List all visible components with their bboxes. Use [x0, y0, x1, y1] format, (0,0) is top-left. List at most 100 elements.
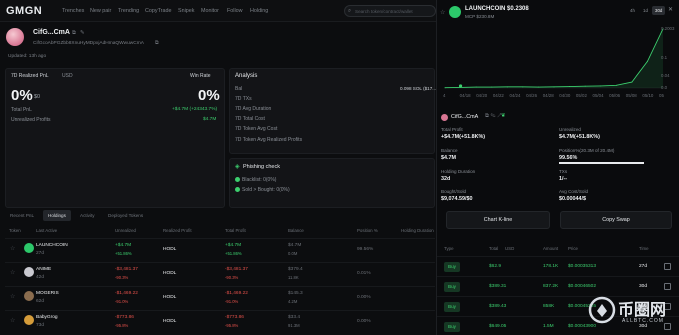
total-profit-value: +$4.7M(+51.8K%) [441, 134, 486, 140]
trade-amount: 178.1K [543, 264, 559, 269]
chart-point [537, 86, 539, 88]
pnl-currency[interactable]: USD [62, 73, 73, 79]
position-value: 99.56% [559, 155, 578, 161]
range-4h[interactable]: 4h [627, 6, 638, 15]
realized-value: HODL [163, 319, 177, 324]
trades-header: Type Total USD Amount Price Time [437, 244, 679, 254]
realized-value: HODL [163, 247, 177, 252]
unrealized-pct: -91.0% [115, 299, 129, 304]
chart-area [445, 28, 663, 88]
star-icon[interactable]: ☆ [10, 317, 15, 324]
star-icon[interactable]: ☆ [10, 269, 15, 276]
table-row[interactable]: ☆ MOGERIS 62d -$1,469.22 -91.0% HODL -$1,469.2… [5, 286, 435, 308]
total-profit-pct: -91.0% [225, 299, 239, 304]
trade-row[interactable]: Buy $62.9 178.1K $0.00035313 27d [437, 256, 679, 278]
search-input[interactable]: ⌕ Search token/contract/wallet [344, 5, 436, 17]
wallet-address: CifGcoAbPGZbb8XnuHyMDpxjAdHmaQWwuwCmA [33, 41, 144, 46]
col-usd[interactable]: USD [505, 246, 514, 251]
pnl-panel [5, 68, 225, 208]
gmgn-logo[interactable]: GMGN [6, 5, 42, 17]
tab-deployed-tokens[interactable]: Deployed Tokens [103, 210, 148, 221]
tab-activity[interactable]: Activity [75, 210, 100, 221]
nav-copytrade[interactable]: CopyTrade [145, 8, 171, 14]
bought-sold-value: $9,074.59/$0 [441, 196, 473, 202]
token-last-active: 73d [36, 323, 45, 328]
table-row[interactable]: ☆ BabyGrog 73d -$773.86 -95.8% HODL -$773.86 -9… [5, 310, 435, 332]
wallet-name-small: CifG...CmA [451, 114, 479, 120]
token-name[interactable]: BabyGrog [36, 315, 58, 320]
range-1d[interactable]: 1d [640, 6, 651, 15]
nav-trenches[interactable]: Trenches [62, 8, 84, 14]
balance-amount: 11.8K [288, 275, 299, 280]
nav-follow[interactable]: Follow [227, 8, 243, 14]
trade-type-badge: Buy [444, 262, 460, 272]
nav-new-pair[interactable]: New pair [90, 8, 111, 14]
nav-snipe[interactable]: Snipek [178, 8, 194, 14]
chart-x-tick: 04/28 [542, 93, 554, 98]
col-holding-duration[interactable]: Holding Duration [401, 228, 434, 233]
col-token[interactable]: Token [9, 228, 21, 233]
copy-address-icon[interactable]: ⧉ [155, 40, 159, 46]
nav-trending[interactable]: Trending [118, 8, 139, 14]
position-bar-fill [559, 162, 644, 164]
total-profit-pct: +51.86% [225, 251, 242, 256]
chart-point [491, 86, 493, 88]
chart-point [584, 85, 586, 87]
blacklist-stat: Blacklist: 0(0%) [242, 177, 277, 183]
chart-y-tick: 0.2003 [661, 25, 675, 31]
nav-holding[interactable]: Holding [250, 8, 268, 14]
copy-icon[interactable]: ⧉ ✎ ↗ [485, 113, 501, 120]
buy-marker-icon[interactable] [458, 84, 463, 88]
col-type: Type [444, 246, 454, 251]
winrate-label: Win Rate [190, 73, 211, 79]
table-row[interactable]: ☆ LAUNCHCOIN 27d +$4.7M +51.86% HODL +$4.7M +51… [5, 238, 435, 260]
table-row[interactable]: ☆ ANIME 42d -$3,481.37 -90.3% HODL -$3,481.37 -… [5, 262, 435, 284]
star-icon[interactable]: ☆ [440, 9, 445, 16]
token-name[interactable]: LAUNCHCOIN [36, 243, 68, 248]
realized-value: HODL [163, 271, 177, 276]
trade-amount: 1.5M [543, 324, 554, 329]
chart-series-line [444, 28, 664, 89]
chart-x-tick: 05/04 [592, 93, 604, 98]
col-realized-profit[interactable]: Realized Profit [163, 228, 192, 233]
copy-icon[interactable]: ⧉ [72, 30, 76, 37]
external-link-icon[interactable] [664, 263, 671, 270]
avg-cost-label: Avg Cost/Sold [559, 189, 589, 194]
total-profit-pct: -95.8% [225, 323, 239, 328]
col-total-profit[interactable]: Total Profit [225, 228, 246, 233]
edit-icon[interactable]: ✎ [80, 30, 85, 36]
chart-y-tick: 0.0 [661, 85, 668, 90]
col-last-active[interactable]: Last Active [36, 228, 57, 233]
token-name[interactable]: ANIME [36, 267, 51, 272]
token-name: LAUNCHCOIN [465, 6, 506, 12]
chart-x-tick: 4 [443, 93, 446, 98]
position-bar-track [559, 162, 644, 164]
tab-recent-pnl[interactable]: Recent PnL [5, 210, 39, 221]
close-icon[interactable]: ✕ [668, 6, 673, 13]
nav-monitor[interactable]: Monitor [201, 8, 219, 14]
tab-holdings[interactable]: Holdings [43, 210, 71, 221]
token-icon [24, 291, 34, 301]
star-icon[interactable]: ☆ [10, 245, 15, 252]
col-position[interactable]: Position % [357, 228, 378, 233]
chart-x-tick: 04/22 [492, 93, 504, 98]
col-balance[interactable]: Balance [288, 228, 304, 233]
token-icon [449, 6, 461, 18]
col-price[interactable]: Price [568, 246, 578, 251]
trade-total: $389.43 [489, 304, 507, 309]
avg-cost-value: $0.00044/$ [559, 196, 586, 202]
position-value: 0.00% [357, 319, 371, 324]
copy-swap-button[interactable]: Copy Swap [560, 211, 672, 229]
external-link-icon[interactable] [664, 283, 671, 290]
watermark-sub: ALLBTC.COM [622, 318, 664, 324]
star-icon[interactable]: ☆ [10, 293, 15, 300]
col-unrealized[interactable]: Unrealized [115, 228, 136, 233]
range-30d[interactable]: 30d [652, 6, 666, 15]
pnl-value: 0% [11, 87, 33, 104]
price-chart[interactable]: 4 04/18 04/20 04/22 04/24 04/26 04/28 04/30 05/0… [441, 20, 675, 102]
chart-kline-button[interactable]: Chart K-line [446, 211, 550, 229]
trade-price: $0.00035313 [568, 264, 597, 269]
unrealized-value: -$773.86 [115, 315, 134, 320]
unrealized-pct: -90.3% [115, 275, 129, 280]
token-name[interactable]: MOGERIS [36, 291, 59, 296]
